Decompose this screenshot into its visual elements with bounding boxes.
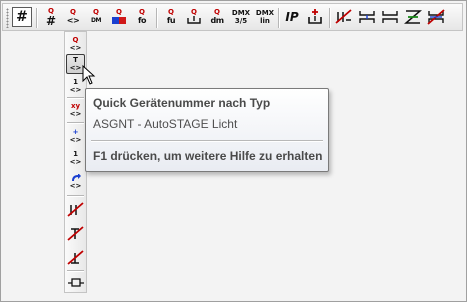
toolbar-separator (67, 270, 84, 271)
arrow-bracket-icon (187, 16, 201, 24)
tooltip-help-text: F1 drücken, um weitere Hilfe zu erhalten (93, 149, 323, 163)
unlink-b-icon (66, 250, 84, 265)
pin-button[interactable] (66, 273, 85, 293)
add-device-icon (308, 9, 322, 24)
hash-button[interactable]: # (12, 7, 32, 27)
toolbar-separator (67, 195, 84, 196)
add-device-button[interactable] (305, 7, 325, 27)
unlink-icon (66, 202, 84, 217)
tooltip-description: ASGNT - AutoSTAGE Licht (93, 117, 238, 131)
dm-q-button[interactable]: Q DM (86, 7, 106, 27)
tooltip-divider (91, 140, 323, 141)
toolbar-separator (67, 97, 84, 98)
fo-q-button[interactable]: Q fo (132, 7, 152, 27)
toolbar-separator (329, 8, 330, 28)
q-swap-button[interactable]: Q <> (63, 7, 83, 27)
bracket-button[interactable] (357, 7, 377, 27)
split-button[interactable] (380, 7, 400, 27)
toolbar-separator (67, 122, 84, 123)
color-q-button[interactable]: Q (109, 7, 129, 27)
toolbar-separator (156, 8, 157, 28)
dmx-35-button[interactable]: DMX 3/5 (231, 7, 251, 27)
convert-icon (404, 10, 422, 24)
tooltip-title: Quick Gerätenummer nach Typ (93, 96, 271, 110)
clear-links-icon (427, 9, 445, 25)
clear-links-button[interactable] (426, 7, 446, 27)
quick-number-rotate-button[interactable]: <> (66, 172, 85, 192)
dm-q2-button[interactable]: Q dm (207, 7, 227, 27)
main-toolbar: # Q # Q <> Q DM Q Q fo Q fu Q Q dm DMX 3… (2, 3, 463, 31)
unlink-t-icon (66, 226, 84, 241)
unlink-b-button[interactable] (66, 248, 85, 268)
pin-icon (67, 278, 84, 287)
unlink-t-button[interactable] (66, 224, 85, 244)
quick-number-one-b-button[interactable]: 1 <> (66, 148, 85, 168)
color-squares-icon (112, 17, 126, 24)
no-link-button[interactable] (334, 7, 354, 27)
fu-q-button[interactable]: Q fu (161, 7, 181, 27)
quick-number-xy-button[interactable]: xy <> (66, 100, 85, 120)
toolbar-separator (36, 8, 37, 28)
quick-number-button[interactable]: Q <> (66, 34, 85, 54)
bracket-link-icon (359, 11, 375, 23)
pos-q-button[interactable]: Q (184, 7, 204, 27)
toolbar-separator (278, 8, 279, 28)
split-link-icon (382, 11, 398, 23)
unlink-button[interactable] (66, 200, 85, 220)
tooltip: Quick Gerätenummer nach Typ ASGNT - Auto… (85, 88, 329, 172)
mouse-cursor-icon (82, 65, 96, 85)
quick-number-plus-button[interactable]: + <> (66, 126, 85, 146)
convert-button[interactable] (403, 7, 423, 27)
no-link-icon (335, 9, 352, 24)
ip-button[interactable]: IP (282, 7, 302, 27)
hash-q-button[interactable]: Q # (41, 7, 61, 27)
dmx-lin-button[interactable]: DMX lin (255, 7, 275, 27)
rotate-arrow-icon (71, 174, 81, 181)
toolbar-grip[interactable] (6, 8, 9, 28)
